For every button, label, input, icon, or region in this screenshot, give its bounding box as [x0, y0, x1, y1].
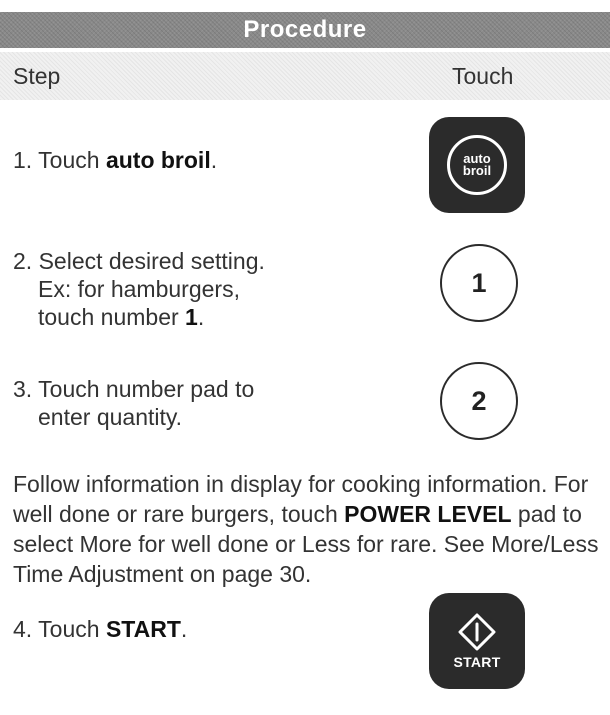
column-step-label: Step	[13, 63, 61, 89]
step-4-prefix: Touch	[38, 616, 106, 642]
step-1-prefix: Touch	[38, 147, 106, 173]
step-2-line3-prefix: touch number	[38, 304, 186, 330]
auto-broil-button[interactable]: auto broil	[429, 117, 525, 213]
column-header-row: Step Touch	[0, 52, 610, 100]
auto-broil-label-line2: broil	[462, 163, 492, 178]
step-4-number: 4.	[13, 616, 33, 642]
step-3-line2: enter quantity.	[38, 404, 183, 430]
step-4-suffix: .	[180, 616, 188, 642]
step-2-line2: Ex: for hamburgers,	[38, 276, 240, 302]
step-4-keyword: START	[105, 616, 181, 642]
step-1-keyword: auto broil	[105, 147, 211, 173]
step-2-text: 2. Select desired setting. Ex: for hambu…	[13, 247, 265, 331]
procedure-title: Procedure	[243, 16, 367, 43]
step-2-number: 2.	[13, 248, 33, 274]
start-diamond-icon	[458, 613, 496, 651]
step-3-line1: Touch number pad to	[38, 376, 255, 402]
step-1-suffix: .	[210, 147, 218, 173]
auto-broil-icon: auto broil	[447, 135, 507, 195]
cooking-info-note: Follow information in display for cookin…	[13, 469, 607, 589]
step-1-number: 1.	[13, 147, 33, 173]
step-4-text: 4. Touch START.	[13, 615, 187, 643]
step-2-line3: touch number 1.	[13, 303, 265, 331]
start-button-label: START	[453, 654, 501, 670]
number-1-button[interactable]: 1	[440, 244, 518, 322]
procedure-header: Procedure	[0, 12, 610, 48]
step-2-line3-suffix: .	[197, 304, 205, 330]
start-button[interactable]: START	[429, 593, 525, 689]
step-2-line3-number: 1	[185, 304, 198, 330]
number-2-button[interactable]: 2	[440, 362, 518, 440]
step-3-text: 3. Touch number pad to enter quantity.	[13, 375, 254, 431]
note-power-level: POWER LEVEL	[344, 501, 512, 527]
column-touch-label: Touch	[452, 63, 514, 89]
start-button-content: START	[453, 612, 500, 670]
step-2-line1: Select desired setting.	[38, 248, 265, 274]
step-1-text: 1. Touch auto broil.	[13, 146, 217, 174]
step-3-number: 3.	[13, 376, 33, 402]
